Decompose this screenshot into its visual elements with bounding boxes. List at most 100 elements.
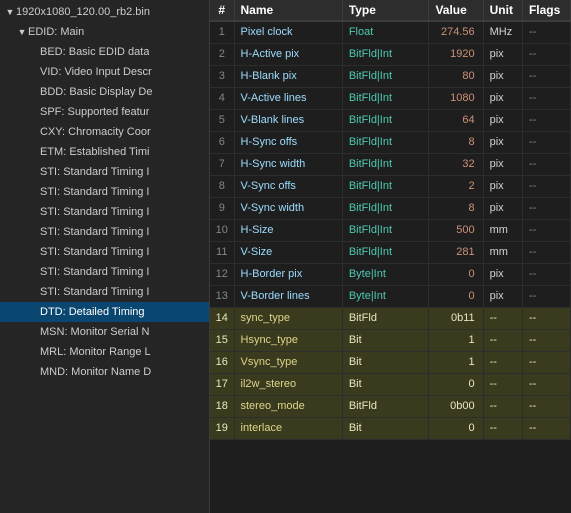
cell-type: BitFld|Int: [342, 153, 429, 175]
cell-value: 0: [429, 417, 483, 439]
tree-item-label: MSN: Monitor Serial N: [40, 326, 149, 338]
cell-flags: --: [522, 307, 570, 329]
cell-name: sync_type: [234, 307, 342, 329]
cell-value: 8: [429, 131, 483, 153]
tree-item-spf[interactable]: SPF: Supported featur: [0, 102, 209, 122]
table-row[interactable]: 9V-Sync widthBitFld|Int8pix--: [210, 197, 571, 219]
cell-unit: --: [483, 329, 522, 351]
cell-row-num: 9: [210, 197, 234, 219]
table-row[interactable]: 12H-Border pixByte|Int0pix--: [210, 263, 571, 285]
cell-name: Vsync_type: [234, 351, 342, 373]
tree-item-edid-main[interactable]: ▼EDID: Main: [0, 22, 209, 42]
cell-flags: --: [522, 329, 570, 351]
cell-flags: --: [522, 351, 570, 373]
cell-value: 80: [429, 65, 483, 87]
tree-item-label: MRL: Monitor Range L: [40, 346, 151, 358]
cell-type: BitFld|Int: [342, 65, 429, 87]
cell-name: V-Active lines: [234, 87, 342, 109]
cell-type: Byte|Int: [342, 285, 429, 307]
cell-value: 8: [429, 197, 483, 219]
cell-flags: --: [522, 395, 570, 417]
tree-item-sti2[interactable]: STI: Standard Timing I: [0, 182, 209, 202]
tree-item-cxy[interactable]: CXY: Chromacity Coor: [0, 122, 209, 142]
cell-name: V-Size: [234, 241, 342, 263]
table-row[interactable]: 15Hsync_typeBit1----: [210, 329, 571, 351]
cell-name: V-Border lines: [234, 285, 342, 307]
col-header-num: #: [210, 0, 234, 21]
cell-type: BitFld: [342, 395, 429, 417]
cell-row-num: 3: [210, 65, 234, 87]
cell-row-num: 18: [210, 395, 234, 417]
tree-item-sti4[interactable]: STI: Standard Timing I: [0, 222, 209, 242]
table-row[interactable]: 16Vsync_typeBit1----: [210, 351, 571, 373]
table-row[interactable]: 5V-Blank linesBitFld|Int64pix--: [210, 109, 571, 131]
tree-item-sti7[interactable]: STI: Standard Timing I: [0, 282, 209, 302]
cell-flags: --: [522, 175, 570, 197]
cell-name: H-Blank pix: [234, 65, 342, 87]
cell-type: BitFld|Int: [342, 175, 429, 197]
table-row[interactable]: 7H-Sync widthBitFld|Int32pix--: [210, 153, 571, 175]
cell-unit: pix: [483, 131, 522, 153]
table-row[interactable]: 2H-Active pixBitFld|Int1920pix--: [210, 43, 571, 65]
tree-item-mnd[interactable]: MND: Monitor Name D: [0, 362, 209, 382]
tree-item-vid[interactable]: VID: Video Input Descr: [0, 62, 209, 82]
tree-item-label: VID: Video Input Descr: [40, 66, 152, 78]
cell-name: H-Border pix: [234, 263, 342, 285]
cell-unit: pix: [483, 285, 522, 307]
table-row[interactable]: 3H-Blank pixBitFld|Int80pix--: [210, 65, 571, 87]
cell-unit: pix: [483, 43, 522, 65]
cell-name: H-Active pix: [234, 43, 342, 65]
tree-item-mrl[interactable]: MRL: Monitor Range L: [0, 342, 209, 362]
cell-value: 0b11: [429, 307, 483, 329]
table-row[interactable]: 8V-Sync offsBitFld|Int2pix--: [210, 175, 571, 197]
cell-flags: --: [522, 417, 570, 439]
table-row[interactable]: 11V-SizeBitFld|Int281mm--: [210, 241, 571, 263]
cell-flags: --: [522, 43, 570, 65]
tree-item-root[interactable]: ▼1920x1080_120.00_rb2.bin: [0, 2, 209, 22]
tree-item-label: CXY: Chromacity Coor: [40, 126, 151, 138]
cell-unit: --: [483, 417, 522, 439]
cell-flags: --: [522, 197, 570, 219]
cell-value: 274.56: [429, 21, 483, 43]
table-row[interactable]: 19interlaceBit0----: [210, 417, 571, 439]
cell-flags: --: [522, 263, 570, 285]
tree-item-bed[interactable]: BED: Basic EDID data: [0, 42, 209, 62]
cell-flags: --: [522, 153, 570, 175]
tree-item-msn[interactable]: MSN: Monitor Serial N: [0, 322, 209, 342]
tree-item-etm[interactable]: ETM: Established Timi: [0, 142, 209, 162]
cell-row-num: 16: [210, 351, 234, 373]
tree-item-label: SPF: Supported featur: [40, 106, 149, 118]
cell-type: Bit: [342, 417, 429, 439]
cell-row-num: 1: [210, 21, 234, 43]
table-row[interactable]: 4V-Active linesBitFld|Int1080pix--: [210, 87, 571, 109]
cell-unit: --: [483, 351, 522, 373]
cell-row-num: 5: [210, 109, 234, 131]
tree-item-sti5[interactable]: STI: Standard Timing I: [0, 242, 209, 262]
cell-flags: --: [522, 87, 570, 109]
tree-item-sti3[interactable]: STI: Standard Timing I: [0, 202, 209, 222]
tree-item-bdd[interactable]: BDD: Basic Display De: [0, 82, 209, 102]
cell-name: H-Size: [234, 219, 342, 241]
cell-flags: --: [522, 109, 570, 131]
table-row[interactable]: 17il2w_stereoBit0----: [210, 373, 571, 395]
cell-value: 1080: [429, 87, 483, 109]
table-row[interactable]: 10H-SizeBitFld|Int500mm--: [210, 219, 571, 241]
cell-unit: mm: [483, 241, 522, 263]
cell-unit: MHz: [483, 21, 522, 43]
table-row[interactable]: 1Pixel clockFloat274.56MHz--: [210, 21, 571, 43]
table-row[interactable]: 14sync_typeBitFld0b11----: [210, 307, 571, 329]
cell-flags: --: [522, 131, 570, 153]
cell-type: BitFld|Int: [342, 131, 429, 153]
tree-item-dtd[interactable]: DTD: Detailed Timing: [0, 302, 209, 322]
cell-name: Pixel clock: [234, 21, 342, 43]
tree-item-sti6[interactable]: STI: Standard Timing I: [0, 262, 209, 282]
table-row[interactable]: 18stereo_modeBitFld0b00----: [210, 395, 571, 417]
table-row[interactable]: 6H-Sync offsBitFld|Int8pix--: [210, 131, 571, 153]
tree-item-label: ETM: Established Timi: [40, 146, 149, 158]
cell-name: Hsync_type: [234, 329, 342, 351]
cell-name: il2w_stereo: [234, 373, 342, 395]
tree-item-label: BDD: Basic Display De: [40, 86, 152, 98]
cell-flags: --: [522, 241, 570, 263]
table-row[interactable]: 13V-Border linesByte|Int0pix--: [210, 285, 571, 307]
tree-item-sti1[interactable]: STI: Standard Timing I: [0, 162, 209, 182]
